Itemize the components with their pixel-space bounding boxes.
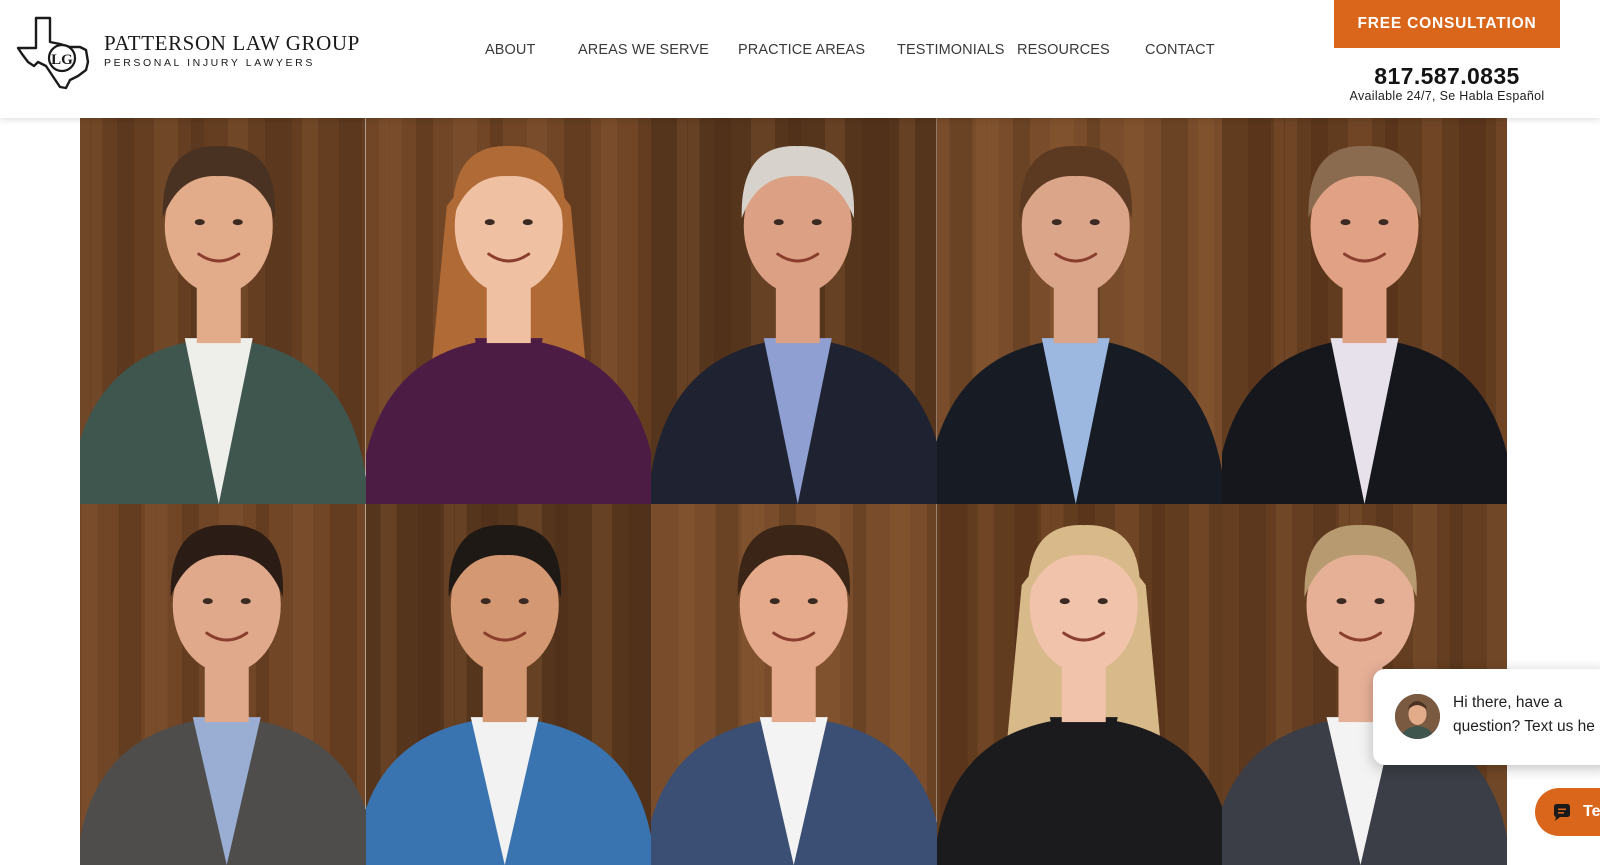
texas-logo-icon: LG [16, 16, 90, 90]
logo[interactable]: LG PATTERSON LAW GROUP PERSONAL INJURY L… [16, 14, 360, 90]
nav-testimonials[interactable]: TESTIMONIALS [897, 42, 1005, 58]
chat-agent-avatar [1395, 694, 1440, 739]
phone-number-link[interactable]: 817.587.0835 [1334, 63, 1560, 90]
text-us-button[interactable]: Te [1535, 788, 1600, 836]
team-member-photo[interactable] [80, 504, 366, 865]
team-member-photo[interactable] [80, 118, 366, 504]
brand-name: PATTERSON LAW GROUP [104, 31, 360, 55]
team-member-photo[interactable] [651, 504, 937, 865]
team-member-photo[interactable] [1222, 118, 1507, 504]
nav-resources[interactable]: RESOURCES [1017, 42, 1110, 58]
team-member-photo[interactable] [936, 504, 1222, 865]
site-header: LG PATTERSON LAW GROUP PERSONAL INJURY L… [0, 0, 1600, 118]
logo-monogram: LG [51, 52, 73, 68]
team-member-photo[interactable] [365, 118, 651, 504]
team-member-photo[interactable] [365, 504, 651, 865]
team-photo-grid [80, 118, 1507, 865]
team-member-photo[interactable] [936, 118, 1222, 504]
chat-message-line-1: Hi there, have a [1453, 694, 1563, 711]
nav-practice-areas[interactable]: PRACTICE AREAS [738, 42, 865, 58]
chat-message-line-2: question? Text us he [1453, 718, 1595, 735]
team-member-photo[interactable] [651, 118, 937, 504]
text-us-label: Te [1583, 803, 1600, 820]
nav-contact[interactable]: CONTACT [1145, 42, 1215, 58]
brand-tagline: PERSONAL INJURY LAWYERS [104, 57, 315, 69]
nav-areas-we-serve[interactable]: AREAS WE SERVE [578, 42, 709, 58]
free-consultation-button[interactable]: FREE CONSULTATION [1334, 0, 1560, 48]
chat-prompt-bubble[interactable]: Hi there, have a question? Text us he [1373, 669, 1600, 765]
availability-text: Available 24/7, Se Habla Español [1349, 89, 1545, 103]
nav-about[interactable]: ABOUT [485, 42, 535, 58]
chat-icon [1554, 804, 1570, 821]
